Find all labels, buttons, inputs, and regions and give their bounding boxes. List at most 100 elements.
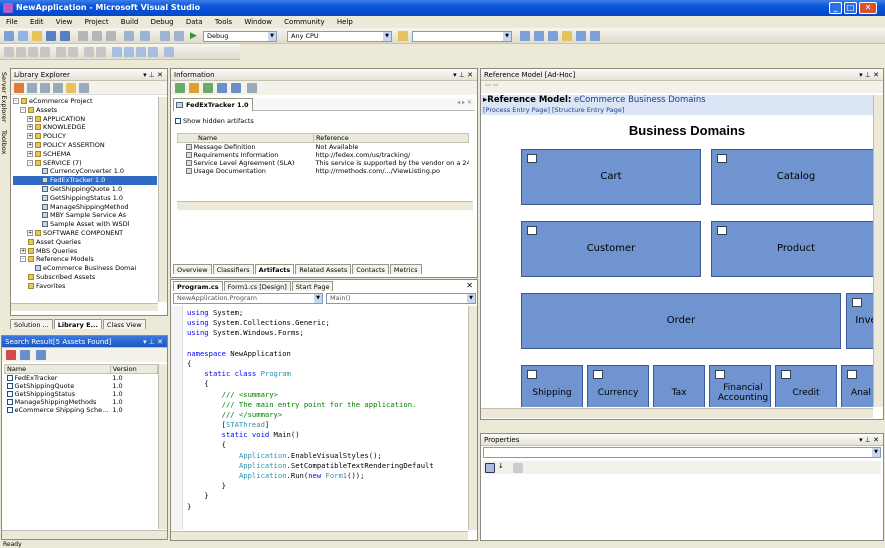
tree-node[interactable]: + MBS Queries: [13, 247, 157, 256]
domain-box[interactable]: Anal: [841, 365, 873, 407]
tab-class-view[interactable]: Class View: [102, 319, 146, 329]
toolbar-options-icon[interactable]: [590, 31, 600, 41]
object-browser-icon[interactable]: [548, 31, 558, 41]
domain-box[interactable]: Customer: [521, 221, 701, 277]
forward-arrow-icon[interactable]: ⇨: [493, 81, 499, 89]
collapse-icon[interactable]: -: [20, 106, 26, 113]
maximize-button[interactable]: □: [844, 2, 857, 14]
checkbox-icon[interactable]: [6, 399, 13, 405]
diagram-vscrollbar[interactable]: [873, 95, 883, 407]
back-arrow-icon[interactable]: ⇦: [485, 81, 491, 89]
member-navigation-combo[interactable]: Main() ▼: [326, 293, 476, 304]
expand-icon[interactable]: +: [27, 150, 33, 157]
forward-icon[interactable]: [53, 83, 63, 93]
domain-box[interactable]: Cart: [521, 149, 701, 205]
pin-icon[interactable]: ▾ ⊥ ✕: [143, 336, 163, 348]
tree-node[interactable]: MBY Sample Service As: [13, 211, 157, 220]
pin-icon[interactable]: ▾ ⊥ ✕: [453, 69, 473, 81]
domain-link-icon[interactable]: [717, 226, 727, 235]
tab-metrics[interactable]: Metrics: [389, 264, 422, 274]
quick-info-icon[interactable]: [28, 47, 38, 57]
collapse-icon[interactable]: -: [20, 256, 26, 263]
tree-node[interactable]: GetShippingQuote 1.0: [13, 185, 157, 194]
domain-link-icon[interactable]: [781, 370, 791, 379]
domain-box[interactable]: Shipping: [521, 365, 583, 407]
solution-explorer-icon[interactable]: [520, 31, 530, 41]
increase-indent-icon[interactable]: [68, 47, 78, 57]
menu-project[interactable]: Project: [85, 18, 109, 26]
property-pages-icon[interactable]: [513, 463, 523, 473]
domain-box[interactable]: Inve: [846, 293, 873, 349]
domain-link-icon[interactable]: [852, 298, 862, 307]
document-tab-fedextracker[interactable]: FedExTracker 1.0: [173, 98, 253, 111]
word-completion-icon[interactable]: [40, 47, 50, 57]
expand-icon[interactable]: +: [27, 124, 33, 131]
bookmark-clear-icon[interactable]: [148, 47, 158, 57]
filter-icon[interactable]: [36, 350, 46, 360]
back-icon[interactable]: [40, 83, 50, 93]
refresh-icon[interactable]: [27, 83, 37, 93]
expand-icon[interactable]: +: [20, 247, 26, 254]
entry-page-links[interactable]: [Process Entry Page] [Structure Entry Pa…: [481, 105, 873, 115]
tab-library-explorer[interactable]: Library E...: [53, 319, 102, 329]
domain-link-icon[interactable]: [527, 226, 537, 235]
collapse-icon[interactable]: -: [27, 159, 33, 166]
open-file-icon[interactable]: [32, 31, 42, 41]
domain-box[interactable]: Tax: [653, 365, 705, 407]
copy-icon[interactable]: [92, 31, 102, 41]
tab-contacts[interactable]: Contacts: [352, 264, 389, 274]
tree-node[interactable]: + KNOWLEDGE: [13, 123, 157, 132]
refresh-icon[interactable]: [175, 83, 185, 93]
domain-link-icon[interactable]: [527, 370, 537, 379]
redo-icon[interactable]: [140, 31, 150, 41]
domain-link-icon[interactable]: [847, 370, 857, 379]
tree-node[interactable]: GetShippingStatus 1.0: [13, 194, 157, 203]
editor-hscrollbar[interactable]: [171, 531, 468, 540]
expand-icon[interactable]: +: [27, 115, 33, 122]
tree-node[interactable]: + POLICY: [13, 132, 157, 141]
domain-link-icon[interactable]: [527, 154, 537, 163]
domain-box[interactable]: Product: [711, 221, 873, 277]
menu-window[interactable]: Window: [244, 18, 272, 26]
checkbox-icon[interactable]: [6, 375, 13, 381]
search-icon[interactable]: [66, 83, 76, 93]
search-results-hscrollbar[interactable]: [2, 530, 167, 539]
tab-overview[interactable]: Overview: [173, 264, 212, 274]
menu-debug[interactable]: Debug: [151, 18, 174, 26]
alphabetical-icon[interactable]: ↓: [498, 462, 504, 470]
table-row[interactable]: Service Level Agreement (SLA) This servic…: [178, 159, 469, 167]
tree-node[interactable]: eCommerce Business Domai: [13, 264, 157, 273]
comment-lines-icon[interactable]: [84, 47, 94, 57]
bookmark-previous-icon[interactable]: [124, 47, 134, 57]
clear-results-icon[interactable]: [6, 350, 16, 360]
close-button[interactable]: ✕: [859, 2, 877, 14]
document-close-icon[interactable]: ◂ ▸ ✕: [457, 99, 472, 106]
server-explorer-tab[interactable]: Server Explorer: [0, 72, 8, 122]
undo-icon[interactable]: [124, 31, 134, 41]
subscribe-icon[interactable]: [189, 83, 199, 93]
domain-box[interactable]: Credit: [775, 365, 837, 407]
table-row[interactable]: GetShippingQuote 1.0: [5, 382, 158, 390]
view-menu-icon[interactable]: [79, 83, 89, 93]
find-icon[interactable]: [398, 31, 408, 41]
table-row[interactable]: Message Definition Not Available: [178, 143, 469, 151]
table-row[interactable]: Usage Documentation http://rmethods.com/.…: [178, 167, 469, 175]
toolbar-options-icon[interactable]: [164, 47, 174, 57]
edit-icon[interactable]: [231, 83, 241, 93]
new-project-icon[interactable]: [4, 31, 14, 41]
link-icon[interactable]: [247, 83, 257, 93]
tab-form1-design[interactable]: Form1.cs [Design]: [223, 281, 291, 291]
toolbox-tab[interactable]: Toolbox: [0, 130, 8, 154]
domain-link-icon[interactable]: [593, 370, 603, 379]
expand-icon[interactable]: +: [27, 229, 33, 236]
close-editor-icon[interactable]: ✕: [466, 281, 473, 290]
artifact-reference-cell[interactable]: http://rmethods.com/.../ViewListing.po: [314, 167, 469, 175]
solution-platform-combo[interactable]: Any CPU ▼: [287, 31, 392, 42]
tab-related-assets[interactable]: Related Assets: [295, 264, 352, 274]
artifact-reference-cell[interactable]: http://fedex.com/us/tracking/: [314, 151, 469, 159]
register-icon[interactable]: [217, 83, 227, 93]
show-hidden-artifacts-checkbox[interactable]: Show hidden artifacts: [175, 117, 254, 125]
toolbox-icon[interactable]: [562, 31, 572, 41]
class-navigation-combo[interactable]: NewApplication.Program ▼: [173, 293, 323, 304]
pin-icon[interactable]: ▾ ⊥ ✕: [859, 434, 879, 446]
